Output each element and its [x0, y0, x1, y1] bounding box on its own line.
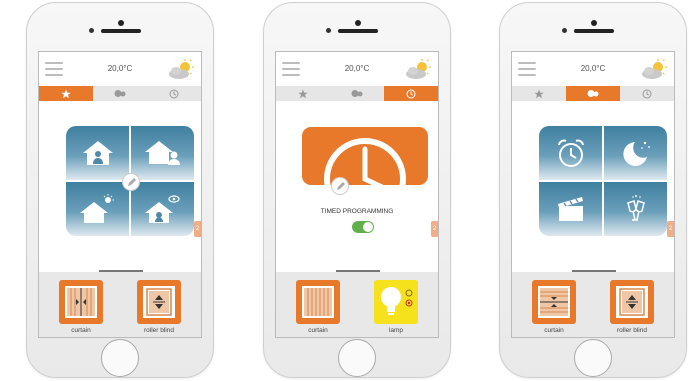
tab-scenes[interactable]: [93, 86, 147, 101]
sensor: [562, 28, 567, 33]
partly-sunny-icon: [642, 59, 667, 79]
timer-panel: TIMED PROGRAMMING 2: [276, 101, 438, 271]
earpiece-speaker: [574, 29, 614, 33]
tab-bar: [39, 86, 201, 101]
edit-pencil-icon[interactable]: [331, 177, 349, 195]
scene-modes-grid: [539, 126, 667, 236]
tab-scenes[interactable]: [566, 86, 620, 101]
clock-icon: [406, 89, 416, 98]
curtain-device-button[interactable]: [532, 280, 576, 324]
timed-programming-tile[interactable]: [302, 127, 428, 185]
side-page-tab[interactable]: 2: [667, 221, 674, 237]
clock-icon: [169, 89, 179, 98]
curtain-label: curtain: [71, 327, 91, 334]
champagne-glasses-icon: [626, 195, 645, 221]
star-icon: [534, 89, 544, 98]
timed-programming-label: TIMED PROGRAMMING: [320, 208, 394, 215]
home-button[interactable]: [101, 339, 139, 377]
edit-pencil-icon[interactable]: [122, 173, 140, 191]
tab-favorites[interactable]: [512, 86, 566, 101]
screen: 20,0°C: [275, 51, 439, 338]
tab-bar: [512, 86, 674, 101]
favorites-panel: 2: [39, 101, 201, 271]
curtain-device-button[interactable]: [296, 280, 340, 324]
timed-programming-toggle[interactable]: [352, 221, 374, 233]
screen: 20,0°C: [511, 51, 675, 338]
house-eye-icon: [144, 195, 180, 223]
clapperboard-icon: [557, 197, 583, 221]
partly-sunny-icon: [406, 59, 431, 79]
scenes-icon: [587, 90, 599, 97]
lamp-device-button[interactable]: [374, 280, 418, 324]
curtain-icon: [65, 286, 97, 318]
curtain-icon: [538, 286, 570, 318]
house-tile-home[interactable]: [66, 126, 129, 180]
tab-favorites[interactable]: [276, 86, 330, 101]
star-icon: [298, 89, 308, 98]
sensor: [326, 28, 331, 33]
earpiece-speaker: [338, 29, 378, 33]
curtain-icon: [302, 286, 334, 318]
house-person-icon: [82, 141, 113, 165]
device-tray: curtain roller blind: [39, 272, 201, 337]
device-tray: curtain roller blind: [512, 272, 674, 337]
clock-icon: [642, 89, 652, 98]
curtain-label: curtain: [308, 327, 328, 334]
house-sun-icon: [79, 194, 114, 223]
partly-sunny-icon: [169, 59, 194, 79]
tab-timer[interactable]: [620, 86, 674, 101]
house-tile-away[interactable]: [131, 126, 194, 180]
tab-scenes[interactable]: [330, 86, 384, 101]
device-tray: curtain lamp: [276, 272, 438, 337]
front-camera: [118, 20, 124, 26]
tab-bar: [276, 86, 438, 101]
earpiece-speaker: [101, 29, 141, 33]
roller-blind-label: roller blind: [144, 327, 174, 334]
side-page-tab[interactable]: 2: [431, 221, 438, 237]
star-icon: [61, 89, 71, 98]
scene-tile-party[interactable]: [604, 182, 667, 236]
scenes-icon: [114, 90, 126, 97]
front-camera: [591, 20, 597, 26]
roller-blind-icon: [616, 286, 648, 318]
roller-blind-device-button[interactable]: [137, 280, 181, 324]
roller-blind-label: roller blind: [617, 327, 647, 334]
house-user-icon: [144, 141, 180, 165]
house-tile-day[interactable]: [66, 182, 129, 236]
screen: 20,0°C: [38, 51, 202, 338]
large-clock-icon: [324, 138, 406, 185]
toggle-knob: [363, 222, 373, 232]
app-header: 20,0°C: [512, 52, 674, 86]
scene-tile-night[interactable]: [604, 126, 667, 180]
front-camera: [355, 20, 361, 26]
side-page-tab[interactable]: 2: [194, 221, 201, 237]
tab-favorites[interactable]: [39, 86, 93, 101]
roller-blind-icon: [143, 286, 175, 318]
house-tile-watch[interactable]: [131, 182, 194, 236]
lamp-icon: [381, 287, 413, 315]
scene-tile-wake-up[interactable]: [539, 126, 602, 180]
scenes-panel: 2: [512, 101, 674, 271]
curtain-label: curtain: [544, 327, 564, 334]
scenes-icon: [351, 90, 363, 97]
phone-1: 20,0°C 2 curtain roller blind: [26, 2, 214, 378]
home-button[interactable]: [338, 339, 376, 377]
sensor: [89, 28, 94, 33]
alarm-clock-icon: [557, 139, 584, 167]
tab-timer[interactable]: [384, 86, 438, 101]
phone-3: 20,0°C 2 curtain roller blind: [499, 2, 687, 378]
phone-2: 20,0°C TIMED PROGRAMMING 2 curtain lamp: [263, 2, 451, 378]
app-header: 20,0°C: [276, 52, 438, 86]
app-header: 20,0°C: [39, 52, 201, 86]
lamp-label: lamp: [388, 327, 404, 334]
scene-tile-movie[interactable]: [539, 182, 602, 236]
curtain-device-button[interactable]: [59, 280, 103, 324]
home-button[interactable]: [574, 339, 612, 377]
tab-timer[interactable]: [147, 86, 201, 101]
roller-blind-device-button[interactable]: [610, 280, 654, 324]
moon-stars-icon: [622, 141, 650, 166]
